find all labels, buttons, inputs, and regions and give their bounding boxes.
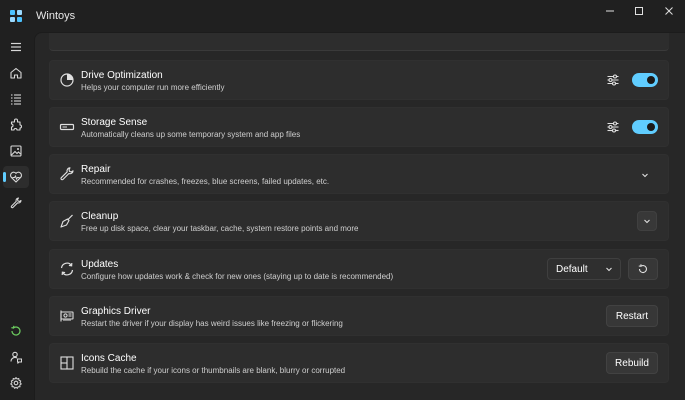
health-icon [10,171,22,183]
chevron-down-icon [606,267,612,272]
card-title: Updates [81,259,119,270]
card-title: Repair [81,164,111,175]
storage-sense-card: Storage Sense Automatically cleans up so… [49,107,669,147]
image-icon [10,145,22,157]
toggle-knob [647,76,655,84]
puzzle-icon [10,118,22,131]
maximize-button[interactable] [624,0,654,22]
close-button[interactable] [654,0,684,22]
drive-optimization-card: Drive Optimization Helps your computer r… [49,60,669,100]
card-title: Graphics Driver [81,306,151,317]
sidebar-item-home[interactable] [3,62,29,84]
sliders-icon[interactable] [606,73,620,87]
graphics-driver-card: Graphics Driver Restart the driver if yo… [49,296,669,336]
active-indicator [3,172,6,182]
card-title: Icons Cache [81,353,137,364]
graphics-card-icon [59,308,75,324]
toggle-knob [647,123,655,131]
reset-icon [638,264,647,274]
card-description: Recommended for crashes, freezes, blue s… [81,177,330,186]
card-description: Rebuild the cache if your icons or thumb… [81,366,346,375]
sidebar [0,32,32,400]
storage-icon [59,119,75,135]
sidebar-item-tools[interactable] [3,192,29,214]
sidebar-item-settings[interactable] [3,372,29,394]
restart-driver-button[interactable]: Restart [606,305,658,327]
minimize-icon [606,10,614,12]
minimize-button[interactable] [595,0,625,22]
cleanup-card[interactable]: Cleanup Free up disk space, clear your t… [49,201,669,241]
sidebar-item-restore[interactable] [3,320,29,342]
chevron-down-icon[interactable] [638,168,652,182]
reset-updates-button[interactable] [628,258,658,280]
sidebar-item-health[interactable] [3,166,29,188]
restore-icon [11,325,21,336]
app-logo-icon [10,10,22,22]
card-title: Cleanup [81,211,119,222]
card-description: Restart the driver if your display has w… [81,319,343,328]
close-icon [665,7,673,15]
card-description: Free up disk space, clear your taskbar, … [81,224,359,233]
update-mode-select[interactable]: Default [547,258,621,280]
card-description: Helps your computer run more efficiently [81,83,225,92]
grid-icon [59,355,75,371]
chevron-down-icon[interactable] [637,211,657,231]
broom-icon [59,213,75,229]
card-description: Configure how updates work & check for n… [81,272,394,281]
sidebar-item-apps[interactable] [3,88,29,110]
select-value: Default [556,264,588,275]
drive-optimization-toggle[interactable] [632,73,658,87]
card-title: Storage Sense [81,117,148,128]
wrench-icon [59,166,75,182]
updates-card: Updates Configure how updates work & che… [49,249,669,289]
maximize-icon [635,7,643,15]
card-title: Drive Optimization [81,70,163,81]
hamburger-menu-icon [11,42,21,52]
sync-icon [59,261,75,277]
sidebar-item-extensions[interactable] [3,114,29,136]
feedback-icon [10,351,22,364]
sidebar-item-feedback[interactable] [3,346,29,368]
rebuild-cache-button[interactable]: Rebuild [606,352,658,374]
health-page: Drive Optimization Helps your computer r… [34,32,685,400]
card-description: Automatically cleans up some temporary s… [81,130,301,139]
app-title: Wintoys [36,10,76,22]
sidebar-item-personalization[interactable] [3,140,29,162]
previous-card [49,33,669,51]
repair-card[interactable]: Repair Recommended for crashes, freezes,… [49,154,669,194]
tools-icon [10,197,22,209]
home-icon [10,67,22,79]
gear-icon [10,377,22,389]
title-bar: Wintoys [0,0,685,32]
drive-optimization-icon [59,72,75,88]
menu-toggle-button[interactable] [3,36,29,58]
sliders-icon[interactable] [606,120,620,134]
icons-cache-card: Icons Cache Rebuild the cache if your ic… [49,343,669,383]
storage-sense-toggle[interactable] [632,120,658,134]
apps-list-icon [11,94,21,105]
